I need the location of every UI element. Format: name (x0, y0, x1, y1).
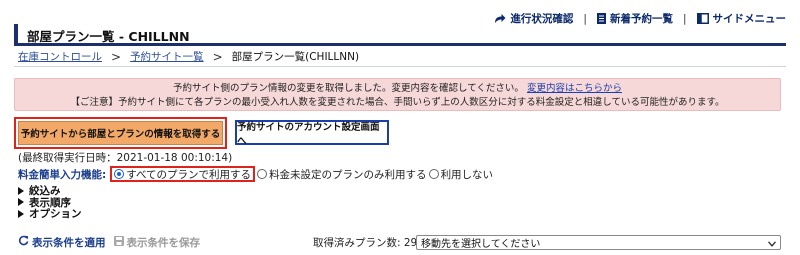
list-icon (596, 13, 606, 24)
alert-message: 予約サイト側のプラン情報の変更を取得しました。変更内容を確認してください。 (173, 83, 524, 94)
last-fetch-timestamp: (最終取得実行日時：2021-01-18 00:10:14) (18, 152, 233, 164)
triangle-right-icon (18, 198, 24, 206)
radio-option-all-plans[interactable]: すべてのプランで利用する (110, 166, 256, 182)
title-divider (14, 43, 786, 46)
select-value: 移動先を選択してください (421, 238, 541, 250)
radio-option-label: 利用しない (440, 168, 494, 181)
share-arrow-icon (494, 13, 506, 24)
radio-button[interactable] (428, 169, 439, 179)
breadcrumb-separator: > (212, 49, 223, 64)
view-changes-link[interactable]: 変更内容はこちらから (527, 83, 622, 94)
save-label: 表示条件を保存 (126, 236, 201, 249)
nav-separator: | (583, 12, 587, 25)
rate-input-label: 料金簡単入力機能: (18, 168, 107, 181)
jump-to-select[interactable]: 移動先を選択してください (416, 234, 781, 250)
plan-count: 取得済みプラン数: 29 (313, 236, 418, 249)
radio-option-label: すべてのプランで利用する (126, 168, 252, 181)
breadcrumb-stock-control[interactable]: 在庫コントロール (18, 49, 102, 64)
radio-button[interactable] (257, 169, 268, 179)
apply-label: 表示条件を適用 (32, 236, 106, 249)
fetch-rooms-plans-button[interactable]: 予約サイトから部屋とプランの情報を取得する (18, 121, 223, 145)
save-icon (113, 235, 124, 249)
triangle-right-icon (18, 186, 24, 195)
collapsible-sections: 絞込み 表示順序 オプション (18, 185, 82, 220)
breadcrumb-divider (14, 66, 786, 67)
chevron-down-icon (767, 239, 777, 250)
rate-input-row: 料金簡単入力機能: すべてのプランで利用する 料金未設定のプランのみ利用する 利… (18, 165, 493, 183)
breadcrumb-separator: > (111, 49, 122, 64)
fetch-button-highlight: 予約サイトから部屋とプランの情報を取得する (14, 117, 227, 149)
account-settings-button[interactable]: 予約サイトのアカウント設定画面へ (235, 120, 389, 147)
sidebar-panel-icon (696, 13, 709, 24)
breadcrumb-current: 部屋プラン一覧(CHILLNN) (231, 51, 360, 63)
save-display-conditions-link: 表示条件を保存 (113, 235, 201, 250)
nav-separator: | (682, 12, 687, 25)
radio-option-label: 料金未設定のプランのみ利用する (269, 168, 427, 181)
toggle-label: オプション (29, 208, 82, 220)
breadcrumb: 在庫コントロール > 予約サイト一覧 > 部屋プラン一覧(CHILLNN) (18, 49, 359, 64)
page-title-bar: 部屋プラン一覧 - CHILLNN (14, 24, 786, 45)
apply-display-conditions-link[interactable]: 表示条件を適用 (18, 235, 106, 250)
bottom-controls: 表示条件を適用 表示条件を保存 取得済みプラン数: 29 移動先を選択してくださ… (18, 234, 781, 250)
alert-line-2: 【ご注意】予約サイト側にて各プランの最小受入れ人数を変更された場合、手間いらず上… (70, 96, 725, 108)
radio-option-unset-plans[interactable]: 料金未設定のプランのみ利用する (257, 167, 427, 182)
triangle-right-icon (18, 209, 24, 218)
radio-option-not-used[interactable]: 利用しない (428, 167, 494, 182)
alert-line-1: 予約サイト側のプラン情報の変更を取得しました。変更内容を確認してください。 変更… (15, 82, 780, 96)
radio-button-checked[interactable] (114, 169, 125, 179)
alert-box: 予約サイト側のプラン情報の変更を取得しました。変更内容を確認してください。 変更… (14, 78, 781, 111)
refresh-icon (18, 235, 29, 249)
breadcrumb-booking-sites[interactable]: 予約サイト一覧 (130, 49, 204, 64)
toggle-options[interactable]: オプション (18, 208, 82, 220)
